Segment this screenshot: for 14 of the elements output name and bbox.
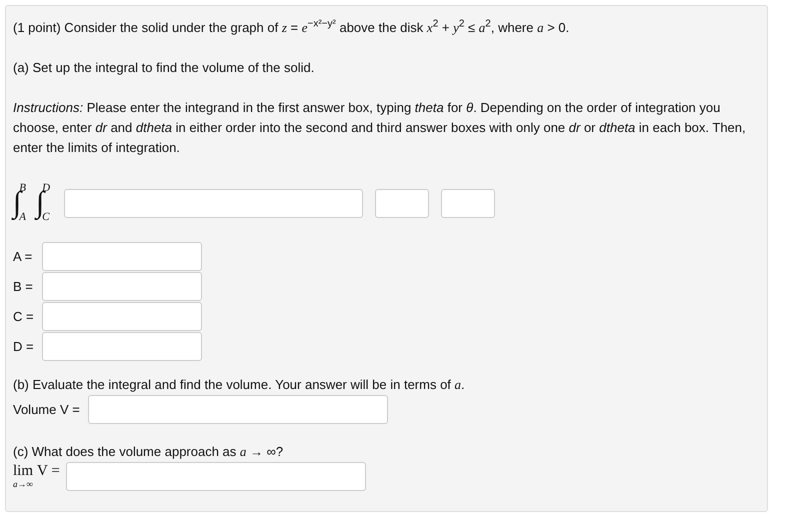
limit-label: B = (13, 279, 34, 294)
question-text: (a) Set up the integral to find the volume of the solid. (13, 59, 316, 77)
question-text: (b) Evaluate the integral and find the volume. Your answer will be in terms of a. (13, 376, 466, 394)
volume-label: Volume V = (13, 402, 80, 417)
limit-label: A = (13, 249, 34, 264)
limit-subscript: a→∞ (13, 478, 34, 488)
limit-expression: V = (37, 462, 60, 480)
question-text: (c) What does the volume approach as a → ∞? (13, 443, 284, 461)
limit-label: D = (13, 339, 34, 354)
limit-operator: lim (13, 462, 34, 478)
problem-statement: (1 point) Consider the solid under the graph of z = e$^{−x²−y²}$ above the disk x$^{2}$ + y$^{2}$ ≤ a$^{2}$, where a > 0. (13, 18, 570, 37)
integral-sign: ∫ (36, 188, 44, 218)
limit-label: C = (13, 309, 34, 324)
instructions-text: Instructions: Please enter the integrand in the first answer box, typing theta for θ. Depending on the order of integration you choose, enter dr and dtheta in either order into the second and third answer boxes with only one dr or dtheta in each box. Then, enter the limits of integration. (13, 99, 747, 157)
